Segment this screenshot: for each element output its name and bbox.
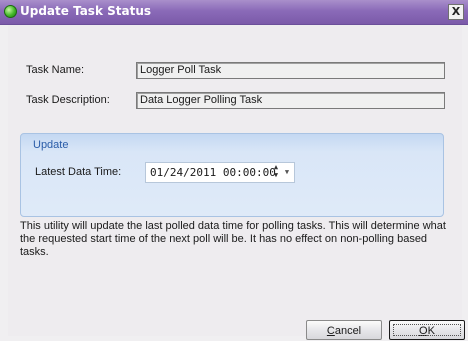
title-bar[interactable]: Update Task Status X xyxy=(0,0,468,25)
task-name-label: Task Name: xyxy=(26,64,85,76)
task-name-field: Logger Poll Task xyxy=(136,62,445,79)
latest-data-time-picker[interactable]: 01/24/2011 00:00:00 ▲ ▼ ▼ xyxy=(145,162,295,183)
app-icon xyxy=(4,5,17,18)
task-description-label: Task Description: xyxy=(26,94,110,106)
chevron-down-icon[interactable]: ▼ xyxy=(283,163,291,182)
ok-button[interactable]: OK xyxy=(389,320,465,340)
close-button[interactable]: X xyxy=(448,4,464,20)
focus-rectangle xyxy=(393,324,461,336)
utility-description: This utility will update the last polled… xyxy=(20,220,446,258)
update-task-status-dialog: Update Task Status X Task Name: Logger P… xyxy=(0,0,468,341)
spin-updown-icon[interactable]: ▲ ▼ xyxy=(271,163,281,182)
cancel-mnemonic: C xyxy=(326,325,335,337)
task-description-field: Data Logger Polling Task xyxy=(136,92,445,109)
latest-data-time-value: 01/24/2011 00:00:00 xyxy=(150,166,276,179)
update-group-title: Update xyxy=(33,139,69,151)
window-title: Update Task Status xyxy=(20,4,152,18)
cancel-label-rest: ancel xyxy=(334,325,362,337)
update-groupbox: Update Latest Data Time: 01/24/2011 00:0… xyxy=(20,133,444,217)
cancel-button[interactable]: Cancel xyxy=(306,320,382,340)
latest-data-time-label: Latest Data Time: xyxy=(35,166,122,178)
